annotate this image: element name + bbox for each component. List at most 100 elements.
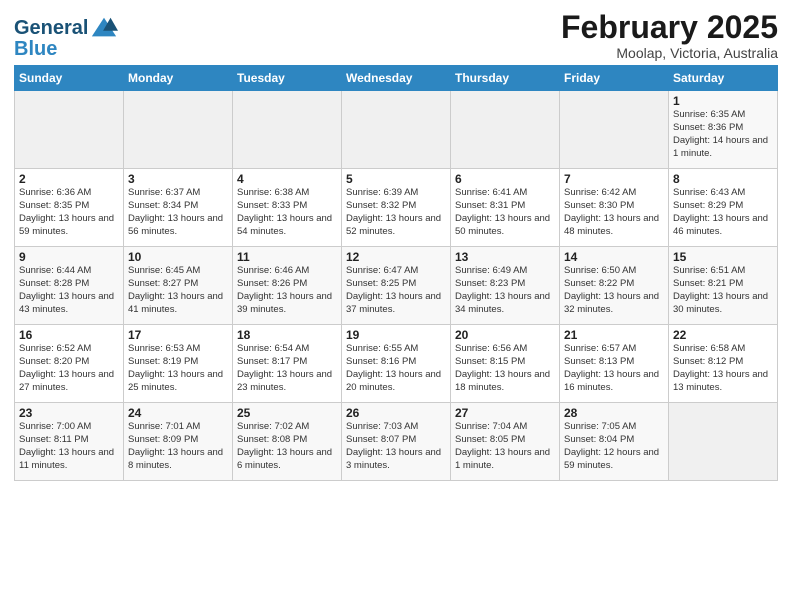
day-number: 20	[455, 328, 555, 342]
day-number: 10	[128, 250, 228, 264]
day-number: 21	[564, 328, 664, 342]
calendar-cell: 8Sunrise: 6:43 AM Sunset: 8:29 PM Daylig…	[669, 169, 778, 247]
logo-text: General	[14, 17, 88, 39]
day-number: 13	[455, 250, 555, 264]
calendar-cell: 16Sunrise: 6:52 AM Sunset: 8:20 PM Dayli…	[15, 325, 124, 403]
day-number: 11	[237, 250, 337, 264]
day-info: Sunrise: 7:05 AM Sunset: 8:04 PM Dayligh…	[564, 421, 664, 472]
day-info: Sunrise: 7:03 AM Sunset: 8:07 PM Dayligh…	[346, 421, 446, 472]
day-info: Sunrise: 6:53 AM Sunset: 8:19 PM Dayligh…	[128, 343, 228, 394]
day-info: Sunrise: 6:43 AM Sunset: 8:29 PM Dayligh…	[673, 187, 773, 238]
calendar-cell	[669, 403, 778, 481]
day-info: Sunrise: 7:02 AM Sunset: 8:08 PM Dayligh…	[237, 421, 337, 472]
day-info: Sunrise: 7:04 AM Sunset: 8:05 PM Dayligh…	[455, 421, 555, 472]
calendar-cell: 26Sunrise: 7:03 AM Sunset: 8:07 PM Dayli…	[342, 403, 451, 481]
weekday-row: SundayMondayTuesdayWednesdayThursdayFrid…	[15, 66, 778, 91]
logo: General Blue	[14, 14, 118, 61]
calendar-header: SundayMondayTuesdayWednesdayThursdayFrid…	[15, 66, 778, 91]
day-info: Sunrise: 6:55 AM Sunset: 8:16 PM Dayligh…	[346, 343, 446, 394]
calendar-cell: 12Sunrise: 6:47 AM Sunset: 8:25 PM Dayli…	[342, 247, 451, 325]
title-block: February 2025 Moolap, Victoria, Australi…	[561, 10, 778, 61]
day-number: 7	[564, 172, 664, 186]
calendar-cell: 4Sunrise: 6:38 AM Sunset: 8:33 PM Daylig…	[233, 169, 342, 247]
weekday-header: Tuesday	[233, 66, 342, 91]
day-number: 14	[564, 250, 664, 264]
day-number: 26	[346, 406, 446, 420]
weekday-header: Monday	[124, 66, 233, 91]
day-info: Sunrise: 6:57 AM Sunset: 8:13 PM Dayligh…	[564, 343, 664, 394]
day-number: 22	[673, 328, 773, 342]
calendar-cell: 23Sunrise: 7:00 AM Sunset: 8:11 PM Dayli…	[15, 403, 124, 481]
calendar-cell: 2Sunrise: 6:36 AM Sunset: 8:35 PM Daylig…	[15, 169, 124, 247]
day-number: 17	[128, 328, 228, 342]
day-number: 15	[673, 250, 773, 264]
day-number: 8	[673, 172, 773, 186]
calendar-week-row: 9Sunrise: 6:44 AM Sunset: 8:28 PM Daylig…	[15, 247, 778, 325]
day-number: 24	[128, 406, 228, 420]
calendar-cell: 17Sunrise: 6:53 AM Sunset: 8:19 PM Dayli…	[124, 325, 233, 403]
month-title: February 2025	[561, 10, 778, 45]
day-info: Sunrise: 6:45 AM Sunset: 8:27 PM Dayligh…	[128, 265, 228, 316]
day-info: Sunrise: 7:01 AM Sunset: 8:09 PM Dayligh…	[128, 421, 228, 472]
day-number: 25	[237, 406, 337, 420]
day-number: 1	[673, 94, 773, 108]
day-info: Sunrise: 6:46 AM Sunset: 8:26 PM Dayligh…	[237, 265, 337, 316]
day-number: 12	[346, 250, 446, 264]
calendar-week-row: 2Sunrise: 6:36 AM Sunset: 8:35 PM Daylig…	[15, 169, 778, 247]
calendar-cell: 14Sunrise: 6:50 AM Sunset: 8:22 PM Dayli…	[560, 247, 669, 325]
day-number: 18	[237, 328, 337, 342]
calendar-cell: 15Sunrise: 6:51 AM Sunset: 8:21 PM Dayli…	[669, 247, 778, 325]
day-number: 2	[19, 172, 119, 186]
calendar-cell: 20Sunrise: 6:56 AM Sunset: 8:15 PM Dayli…	[451, 325, 560, 403]
calendar-body: 1Sunrise: 6:35 AM Sunset: 8:36 PM Daylig…	[15, 91, 778, 481]
day-info: Sunrise: 6:49 AM Sunset: 8:23 PM Dayligh…	[455, 265, 555, 316]
calendar-cell: 3Sunrise: 6:37 AM Sunset: 8:34 PM Daylig…	[124, 169, 233, 247]
day-info: Sunrise: 6:39 AM Sunset: 8:32 PM Dayligh…	[346, 187, 446, 238]
calendar-cell: 5Sunrise: 6:39 AM Sunset: 8:32 PM Daylig…	[342, 169, 451, 247]
day-info: Sunrise: 6:56 AM Sunset: 8:15 PM Dayligh…	[455, 343, 555, 394]
calendar-cell: 25Sunrise: 7:02 AM Sunset: 8:08 PM Dayli…	[233, 403, 342, 481]
day-info: Sunrise: 6:50 AM Sunset: 8:22 PM Dayligh…	[564, 265, 664, 316]
day-info: Sunrise: 6:37 AM Sunset: 8:34 PM Dayligh…	[128, 187, 228, 238]
calendar-cell	[560, 91, 669, 169]
calendar-cell: 10Sunrise: 6:45 AM Sunset: 8:27 PM Dayli…	[124, 247, 233, 325]
calendar-cell: 9Sunrise: 6:44 AM Sunset: 8:28 PM Daylig…	[15, 247, 124, 325]
calendar: SundayMondayTuesdayWednesdayThursdayFrid…	[14, 65, 778, 481]
weekday-header: Sunday	[15, 66, 124, 91]
calendar-cell: 24Sunrise: 7:01 AM Sunset: 8:09 PM Dayli…	[124, 403, 233, 481]
day-info: Sunrise: 6:44 AM Sunset: 8:28 PM Dayligh…	[19, 265, 119, 316]
day-number: 28	[564, 406, 664, 420]
calendar-cell: 19Sunrise: 6:55 AM Sunset: 8:16 PM Dayli…	[342, 325, 451, 403]
day-info: Sunrise: 6:38 AM Sunset: 8:33 PM Dayligh…	[237, 187, 337, 238]
calendar-cell: 1Sunrise: 6:35 AM Sunset: 8:36 PM Daylig…	[669, 91, 778, 169]
weekday-header: Wednesday	[342, 66, 451, 91]
calendar-cell: 11Sunrise: 6:46 AM Sunset: 8:26 PM Dayli…	[233, 247, 342, 325]
day-number: 4	[237, 172, 337, 186]
day-info: Sunrise: 7:00 AM Sunset: 8:11 PM Dayligh…	[19, 421, 119, 472]
location: Moolap, Victoria, Australia	[561, 45, 778, 61]
calendar-cell: 7Sunrise: 6:42 AM Sunset: 8:30 PM Daylig…	[560, 169, 669, 247]
day-number: 16	[19, 328, 119, 342]
header: General Blue February 2025 Moolap, Victo…	[14, 10, 778, 61]
day-info: Sunrise: 6:42 AM Sunset: 8:30 PM Dayligh…	[564, 187, 664, 238]
day-info: Sunrise: 6:41 AM Sunset: 8:31 PM Dayligh…	[455, 187, 555, 238]
day-info: Sunrise: 6:51 AM Sunset: 8:21 PM Dayligh…	[673, 265, 773, 316]
day-number: 27	[455, 406, 555, 420]
calendar-cell	[451, 91, 560, 169]
day-number: 5	[346, 172, 446, 186]
day-number: 9	[19, 250, 119, 264]
page-container: General Blue February 2025 Moolap, Victo…	[0, 0, 792, 487]
day-number: 6	[455, 172, 555, 186]
calendar-cell	[15, 91, 124, 169]
day-info: Sunrise: 6:35 AM Sunset: 8:36 PM Dayligh…	[673, 109, 773, 160]
calendar-cell: 21Sunrise: 6:57 AM Sunset: 8:13 PM Dayli…	[560, 325, 669, 403]
calendar-cell	[342, 91, 451, 169]
day-number: 19	[346, 328, 446, 342]
day-info: Sunrise: 6:58 AM Sunset: 8:12 PM Dayligh…	[673, 343, 773, 394]
calendar-cell	[233, 91, 342, 169]
calendar-cell: 22Sunrise: 6:58 AM Sunset: 8:12 PM Dayli…	[669, 325, 778, 403]
weekday-header: Saturday	[669, 66, 778, 91]
weekday-header: Friday	[560, 66, 669, 91]
weekday-header: Thursday	[451, 66, 560, 91]
day-number: 3	[128, 172, 228, 186]
